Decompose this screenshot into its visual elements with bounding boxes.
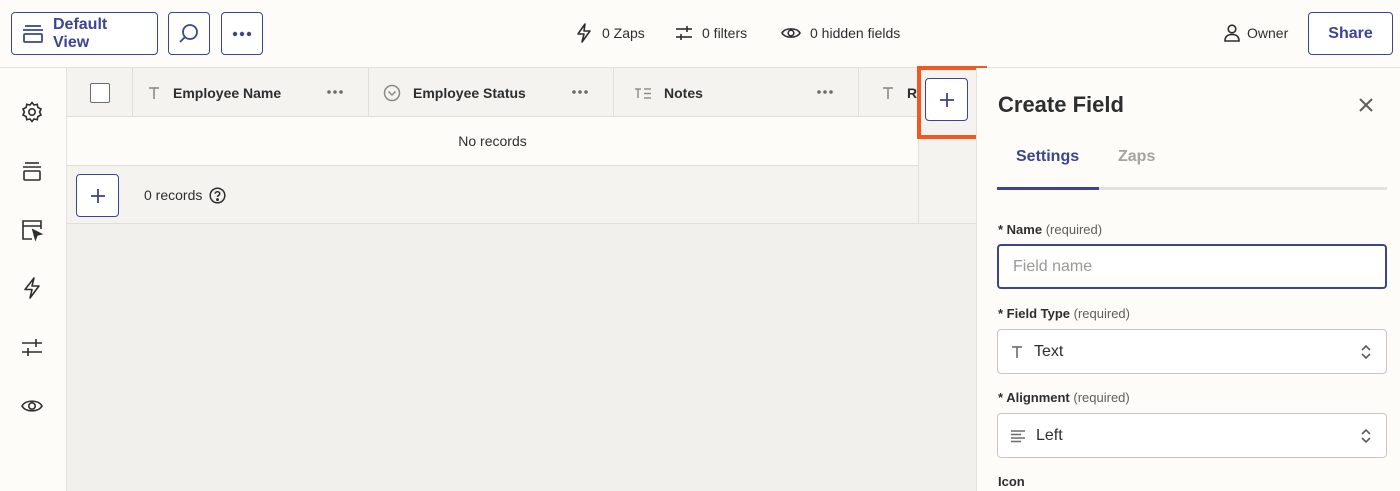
- plus-icon: [939, 92, 955, 108]
- table-area: Employee Name Employee Status Notes R No…: [67, 68, 976, 491]
- add-record-button[interactable]: [76, 174, 119, 217]
- status-type-icon: [383, 84, 401, 102]
- text-type-icon: [147, 86, 161, 100]
- icon-label: Icon: [998, 474, 1025, 489]
- alignment-label-text: Alignment: [1006, 390, 1070, 405]
- search-button[interactable]: [168, 12, 210, 55]
- filter-sliders-icon[interactable]: [20, 335, 44, 359]
- eye-icon[interactable]: [20, 394, 44, 418]
- column-header-employee-status[interactable]: Employee Status: [369, 68, 614, 116]
- views-icon[interactable]: [20, 159, 44, 183]
- lightning-icon: [575, 23, 593, 43]
- column-menu-icon[interactable]: [326, 85, 344, 99]
- empty-state-row: No records: [67, 117, 918, 166]
- tab-active-indicator: [997, 187, 1099, 190]
- help-circle-icon[interactable]: [209, 186, 226, 204]
- gear-icon[interactable]: [20, 100, 44, 124]
- column-header-employee-name[interactable]: Employee Name: [133, 68, 369, 116]
- plus-icon: [90, 188, 106, 204]
- select-all-checkbox[interactable]: [89, 82, 110, 103]
- alignment-select[interactable]: Left: [997, 413, 1387, 458]
- zaps-count: 0 Zaps: [602, 25, 645, 41]
- default-view-label: Default View: [53, 15, 108, 51]
- more-options-button[interactable]: [221, 12, 263, 55]
- text-type-icon: [881, 86, 895, 100]
- alignment-label: * Alignment (required): [998, 390, 1130, 405]
- filter-sliders-icon: [675, 24, 693, 42]
- panel-title: Create Field: [998, 92, 1124, 117]
- tab-zaps[interactable]: Zaps: [1118, 148, 1155, 166]
- column-menu-icon[interactable]: [571, 85, 589, 99]
- filters-count: 0 filters: [702, 25, 748, 41]
- chevron-up-down-icon: [1360, 427, 1372, 445]
- default-view-button[interactable]: Default View: [11, 12, 158, 55]
- name-label-text: Name: [1006, 222, 1043, 237]
- top-toolbar: Default View 0 Zaps 0 filters 0 hidden f…: [0, 0, 1400, 68]
- field-type-select[interactable]: Text: [997, 329, 1387, 374]
- column-name: R: [907, 84, 918, 101]
- left-sidebar: [0, 68, 67, 491]
- table-header-row: Employee Name Employee Status Notes R: [67, 68, 918, 117]
- table-footer-row: 0 records: [67, 166, 918, 224]
- close-icon[interactable]: [1356, 95, 1376, 115]
- field-name-input[interactable]: [997, 244, 1387, 289]
- user-icon: [1224, 24, 1240, 42]
- search-icon: [178, 23, 200, 45]
- text-type-icon: [1010, 345, 1024, 359]
- align-left-icon: [1010, 429, 1026, 443]
- field-type-label-text: Field Type: [1006, 306, 1070, 321]
- column-name: Employee Status: [413, 84, 526, 101]
- empty-message: No records: [458, 133, 527, 149]
- add-field-button[interactable]: [925, 78, 968, 121]
- name-label: * Name (required): [998, 222, 1103, 237]
- column-name: Notes: [664, 84, 703, 101]
- chevron-up-down-icon: [1360, 343, 1372, 361]
- required-hint: (required): [1045, 222, 1103, 237]
- column-header-partial[interactable]: R: [859, 68, 918, 116]
- eye-icon: [781, 26, 801, 40]
- hidden-fields-status[interactable]: 0 hidden fields: [781, 22, 900, 44]
- required-hint: (required): [1073, 306, 1130, 321]
- zaps-status[interactable]: 0 Zaps: [575, 22, 645, 44]
- record-count: 0 records: [144, 184, 226, 206]
- interface-cursor-icon[interactable]: [20, 218, 44, 242]
- owner-label: Owner: [1247, 25, 1289, 41]
- column-header-notes[interactable]: Notes: [614, 68, 859, 116]
- required-hint: (required): [1073, 390, 1130, 405]
- long-text-type-icon: [634, 86, 652, 100]
- select-all-cell: [67, 68, 133, 116]
- lightning-icon[interactable]: [20, 276, 44, 300]
- filters-status[interactable]: 0 filters: [675, 22, 747, 44]
- tab-settings[interactable]: Settings: [1016, 148, 1079, 166]
- field-type-label: * Field Type (required): [998, 306, 1130, 321]
- share-button[interactable]: Share: [1308, 12, 1393, 55]
- icon-label-text: Icon: [998, 474, 1025, 489]
- create-field-panel: Create Field Settings Zaps * Name (requi…: [976, 68, 1400, 491]
- owner-indicator[interactable]: Owner: [1224, 22, 1288, 44]
- more-horizontal-icon: [232, 31, 252, 37]
- field-type-value: Text: [1034, 342, 1064, 360]
- column-menu-icon[interactable]: [816, 85, 834, 99]
- hidden-fields-count: 0 hidden fields: [810, 25, 901, 41]
- record-count-label: 0 records: [144, 187, 203, 203]
- alignment-value: Left: [1036, 426, 1063, 444]
- column-name: Employee Name: [173, 84, 282, 101]
- view-stack-icon: [22, 24, 44, 44]
